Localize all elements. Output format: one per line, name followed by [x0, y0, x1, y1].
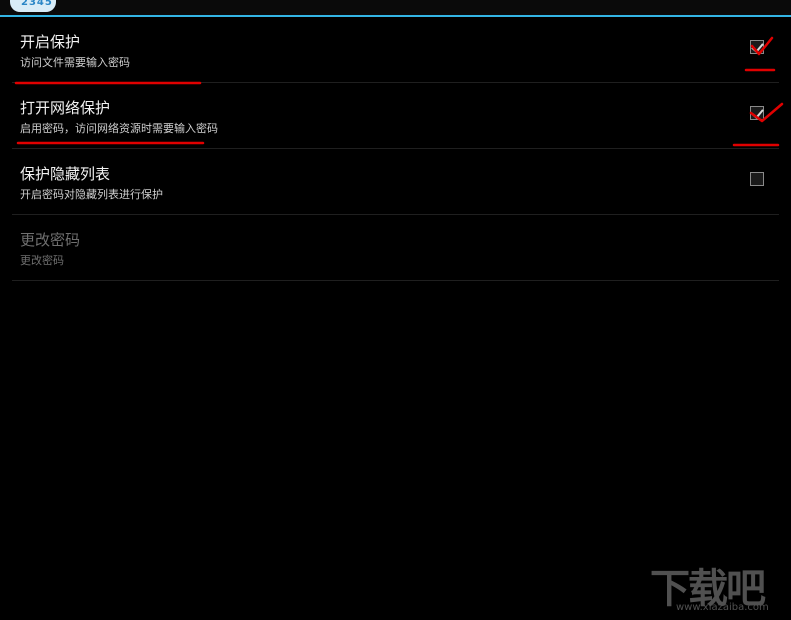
- setting-summary: 访问文件需要输入密码: [20, 56, 130, 69]
- enable-protection-checkbox[interactable]: [750, 40, 764, 54]
- network-protection-checkbox[interactable]: [750, 106, 764, 120]
- screen: 2345 开启保护 访问文件需要输入密码 打开网络保护 启用密码，访问网络资源时…: [0, 0, 791, 620]
- setting-title: 保护隐藏列表: [20, 165, 111, 183]
- watermark-url: www.xiazaiba.com: [676, 602, 769, 613]
- setting-row-network-protection[interactable]: 打开网络保护 启用密码，访问网络资源时需要输入密码: [12, 83, 779, 149]
- watermark: 下载吧 www.xiazaiba.com: [650, 556, 785, 616]
- setting-summary: 开启密码对隐藏列表进行保护: [20, 188, 163, 201]
- setting-row-protect-hidden-list[interactable]: 保护隐藏列表 开启密码对隐藏列表进行保护: [12, 149, 779, 215]
- action-bar: 2345: [0, 0, 791, 17]
- setting-row-enable-protection[interactable]: 开启保护 访问文件需要输入密码: [12, 17, 779, 83]
- setting-row-change-password[interactable]: 更改密码 更改密码: [12, 215, 779, 281]
- settings-list: 开启保护 访问文件需要输入密码 打开网络保护 启用密码，访问网络资源时需要输入密…: [12, 17, 779, 281]
- setting-title: 更改密码: [20, 231, 81, 249]
- setting-summary: 启用密码，访问网络资源时需要输入密码: [20, 122, 218, 135]
- setting-title: 开启保护: [20, 33, 81, 51]
- setting-summary: 更改密码: [20, 254, 64, 267]
- protect-hidden-list-checkbox[interactable]: [750, 172, 764, 186]
- app-logo: 2345: [10, 0, 56, 12]
- setting-title: 打开网络保护: [20, 99, 111, 117]
